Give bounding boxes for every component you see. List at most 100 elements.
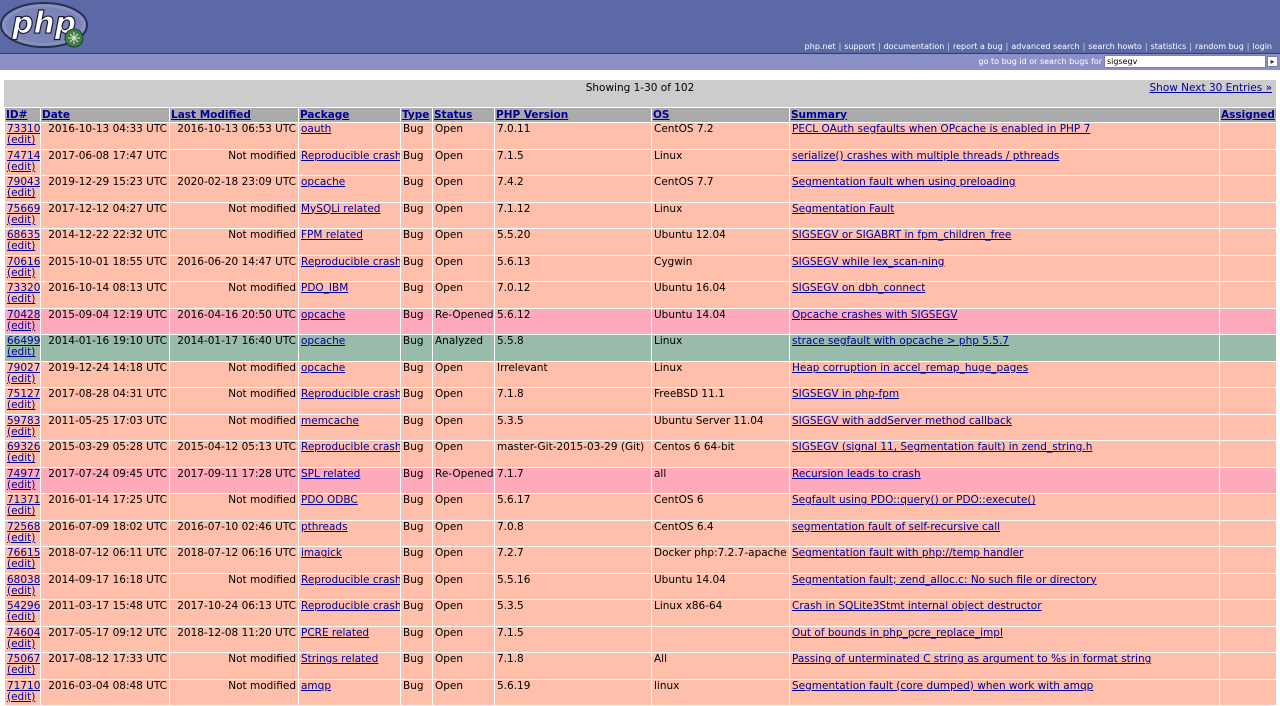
edit-link[interactable]: (edit) bbox=[7, 347, 38, 358]
bug-id-link[interactable]: 59783 bbox=[7, 415, 40, 427]
edit-link[interactable]: (edit) bbox=[7, 214, 38, 226]
package-link[interactable]: Reproducible crash bbox=[301, 600, 400, 612]
summary-link[interactable]: PECL OAuth segfaults when OPcache is ena… bbox=[792, 123, 1090, 135]
bug-id-link[interactable]: 74604 bbox=[7, 627, 40, 639]
package-link[interactable]: imagick bbox=[301, 547, 342, 559]
nav-support[interactable]: support bbox=[844, 42, 875, 51]
column-header-assigned[interactable]: Assigned bbox=[1220, 108, 1276, 122]
package-link[interactable]: Strings related bbox=[301, 653, 378, 665]
column-header-id[interactable]: ID# bbox=[5, 108, 40, 122]
summary-link[interactable]: Segmentation fault; zend_alloc.c: No suc… bbox=[792, 574, 1097, 586]
php-logo[interactable]: php bbox=[0, 0, 96, 50]
summary-link[interactable]: segmentation fault of self-recursive cal… bbox=[792, 521, 1000, 533]
bug-id-link[interactable]: 68038 bbox=[7, 574, 40, 586]
package-link[interactable]: MySQLi related bbox=[301, 203, 380, 215]
summary-link[interactable]: SIGSEGV while lex_scan-ning bbox=[792, 256, 944, 268]
summary-link[interactable]: SIGSEGV or SIGABRT in fpm_children_free bbox=[792, 229, 1011, 241]
summary-link[interactable]: Heap corruption in accel_remap_huge_page… bbox=[792, 362, 1028, 374]
nav-documentation[interactable]: documentation bbox=[884, 42, 945, 51]
edit-link[interactable]: (edit) bbox=[7, 532, 38, 544]
bug-id-link[interactable]: 74977 bbox=[7, 468, 40, 480]
package-link[interactable]: Reproducible crash bbox=[301, 388, 400, 400]
bug-id-link[interactable]: 70428 bbox=[7, 309, 40, 321]
summary-link[interactable]: Segfault using PDO::query() or PDO::exec… bbox=[792, 494, 1036, 506]
package-link[interactable]: Reproducible crash bbox=[301, 256, 400, 268]
nav-login[interactable]: login bbox=[1253, 42, 1273, 51]
summary-link[interactable]: SIGSEGV with addServer method callback bbox=[792, 415, 1012, 427]
column-header-php-version[interactable]: PHP Version bbox=[495, 108, 651, 122]
summary-link[interactable]: Segmentation fault when using preloading bbox=[792, 176, 1016, 188]
package-link[interactable]: FPM related bbox=[301, 229, 363, 241]
column-header-last-modified[interactable]: Last Modified bbox=[170, 108, 298, 122]
column-header-type[interactable]: Type bbox=[401, 108, 432, 122]
column-header-status[interactable]: Status bbox=[433, 108, 494, 122]
summary-link[interactable]: serialize() crashes with multiple thread… bbox=[792, 150, 1059, 162]
edit-link[interactable]: (edit) bbox=[7, 267, 38, 279]
package-link[interactable]: SPL related bbox=[301, 468, 360, 480]
edit-link[interactable]: (edit) bbox=[7, 135, 38, 146]
bug-id-link[interactable]: 74714 bbox=[7, 150, 40, 162]
summary-link[interactable]: Passing of unterminated C string as argu… bbox=[792, 653, 1151, 665]
search-go-button[interactable]: ▸ bbox=[1267, 56, 1278, 67]
bug-id-link[interactable]: 79027 bbox=[7, 362, 40, 374]
column-header-os[interactable]: OS bbox=[652, 108, 789, 122]
summary-link[interactable]: strace segfault with opcache > php 5.5.7 bbox=[792, 335, 1009, 347]
summary-link[interactable]: SIGSEGV in php-fpm bbox=[792, 388, 899, 400]
package-link[interactable]: opcache bbox=[301, 362, 345, 374]
summary-link[interactable]: Out of bounds in php_pcre_replace_impl bbox=[792, 627, 1003, 639]
search-input[interactable] bbox=[1104, 55, 1266, 68]
package-link[interactable]: Reproducible crash bbox=[301, 574, 400, 586]
edit-link[interactable]: (edit) bbox=[7, 479, 38, 491]
edit-link[interactable]: (edit) bbox=[7, 585, 38, 597]
package-link[interactable]: opcache bbox=[301, 309, 345, 321]
summary-link[interactable]: SIGSEGV on dbh_connect bbox=[792, 282, 925, 294]
package-link[interactable]: memcache bbox=[301, 415, 359, 427]
package-link[interactable]: amqp bbox=[301, 680, 331, 692]
edit-link[interactable]: (edit) bbox=[7, 426, 38, 438]
nav-statistics[interactable]: statistics bbox=[1151, 42, 1187, 51]
next-page-link[interactable]: Show Next 30 Entries » bbox=[1150, 82, 1273, 94]
edit-link[interactable]: (edit) bbox=[7, 665, 38, 676]
nav-random-bug[interactable]: random bug bbox=[1195, 42, 1244, 51]
package-link[interactable]: opcache bbox=[301, 335, 345, 347]
edit-link[interactable]: (edit) bbox=[7, 638, 38, 650]
summary-link[interactable]: Segmentation fault (core dumped) when wo… bbox=[792, 680, 1093, 692]
package-link[interactable]: Reproducible crash bbox=[301, 150, 400, 162]
column-header-date[interactable]: Date bbox=[41, 108, 169, 122]
edit-link[interactable]: (edit) bbox=[7, 400, 38, 411]
edit-link[interactable]: (edit) bbox=[7, 612, 38, 623]
column-header-package[interactable]: Package bbox=[299, 108, 400, 122]
summary-link[interactable]: Crash in SQLite3Stmt internal object des… bbox=[792, 600, 1042, 612]
edit-link[interactable]: (edit) bbox=[7, 373, 38, 385]
edit-link[interactable]: (edit) bbox=[7, 188, 38, 199]
summary-link[interactable]: Segmentation Fault bbox=[792, 203, 894, 215]
package-link[interactable]: pthreads bbox=[301, 521, 348, 533]
edit-link[interactable]: (edit) bbox=[7, 294, 38, 305]
summary-link[interactable]: Segmentation fault with php://temp handl… bbox=[792, 547, 1023, 559]
summary-link[interactable]: Opcache crashes with SIGSEGV bbox=[792, 309, 957, 321]
nav-report-a-bug[interactable]: report a bug bbox=[953, 42, 1003, 51]
edit-link[interactable]: (edit) bbox=[7, 506, 38, 517]
edit-link[interactable]: (edit) bbox=[7, 453, 38, 464]
summary-link[interactable]: Recursion leads to crash bbox=[792, 468, 921, 480]
bug-id-link[interactable]: 75669 bbox=[7, 203, 40, 215]
package-link[interactable]: oauth bbox=[301, 123, 331, 135]
nav-php-net[interactable]: php.net bbox=[805, 42, 836, 51]
bug-id-link[interactable]: 70616 bbox=[7, 256, 40, 268]
bug-id-link[interactable]: 71710 bbox=[7, 680, 40, 692]
column-header-summary[interactable]: Summary bbox=[790, 108, 1219, 122]
summary-link[interactable]: SIGSEGV (signal 11, Segmentation fault) … bbox=[792, 441, 1092, 453]
edit-link[interactable]: (edit) bbox=[7, 320, 38, 332]
bug-id-link[interactable]: 72568 bbox=[7, 521, 40, 533]
nav-advanced-search[interactable]: advanced search bbox=[1011, 42, 1079, 51]
edit-link[interactable]: (edit) bbox=[7, 241, 38, 252]
package-link[interactable]: PDO_IBM bbox=[301, 282, 348, 294]
edit-link[interactable]: (edit) bbox=[7, 691, 38, 703]
package-link[interactable]: opcache bbox=[301, 176, 345, 188]
edit-link[interactable]: (edit) bbox=[7, 161, 38, 173]
edit-link[interactable]: (edit) bbox=[7, 559, 38, 570]
package-link[interactable]: PDO ODBC bbox=[301, 494, 358, 506]
nav-search-howto[interactable]: search howto bbox=[1088, 42, 1142, 51]
package-link[interactable]: PCRE related bbox=[301, 627, 369, 639]
package-link[interactable]: Reproducible crash bbox=[301, 441, 400, 453]
